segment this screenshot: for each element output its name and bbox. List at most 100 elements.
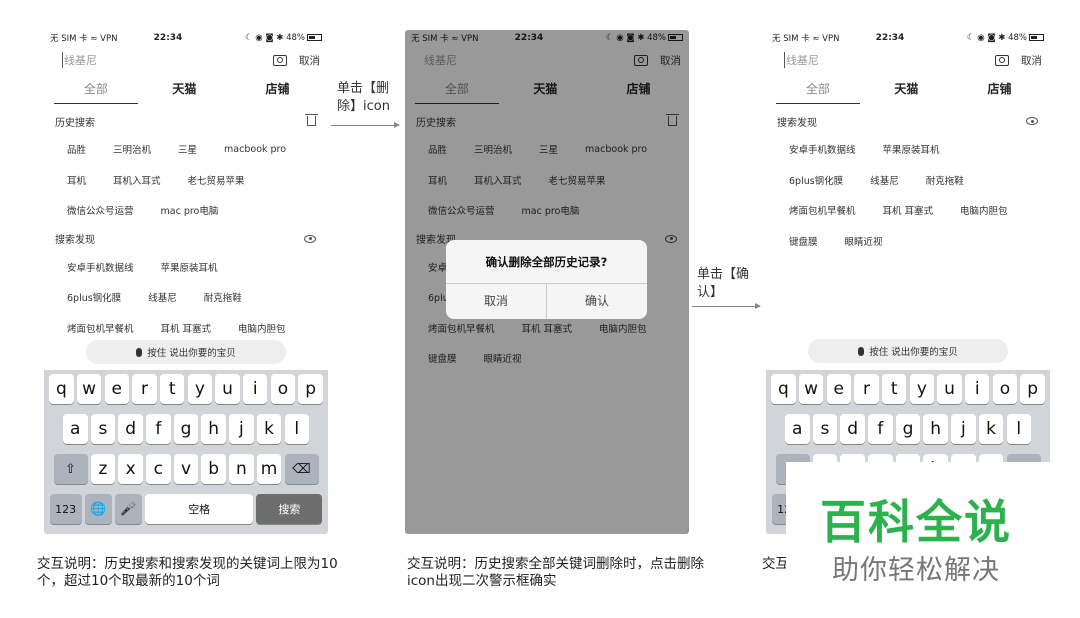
discover-keyword[interactable]: 烤面包机早餐机 [789, 203, 856, 217]
key[interactable]: z [90, 454, 116, 484]
key[interactable]: e [826, 374, 852, 404]
discover-keyword[interactable]: 安卓手机数据线 [789, 142, 856, 156]
discover-keyword[interactable]: 键盘膜 [789, 234, 818, 248]
key[interactable]: k [978, 414, 1004, 444]
key[interactable]: t [881, 374, 907, 404]
key[interactable]: f [868, 414, 893, 444]
discover-keyword[interactable]: 安卓手机数据线 [67, 260, 134, 274]
cancel-button[interactable]: 取消 [299, 53, 320, 68]
tab-all[interactable]: 全部 [776, 74, 860, 104]
discover-keyword[interactable]: 耐克拖鞋 [926, 173, 964, 187]
search-key[interactable]: 搜索 [256, 494, 323, 524]
key[interactable]: i [964, 374, 990, 404]
key[interactable]: j [229, 414, 254, 444]
key[interactable]: y [909, 374, 935, 404]
shift-key[interactable]: ⇧ [53, 454, 88, 484]
key[interactable]: y [187, 374, 213, 404]
key[interactable]: s [90, 414, 116, 444]
key[interactable]: d [118, 414, 143, 444]
mic-key[interactable]: 🎤 [115, 494, 142, 524]
numbers-key[interactable]: 123 [49, 494, 82, 524]
search-input[interactable]: 线基尼 [784, 52, 995, 68]
search-bar: 线基尼 取消 [766, 46, 1050, 74]
key[interactable]: k [256, 414, 282, 444]
eye-icon[interactable] [304, 234, 316, 243]
key[interactable]: i [242, 374, 268, 404]
discover-keyword[interactable]: 6plus钢化膜 [67, 290, 121, 304]
voice-search-button[interactable]: 按住 说出你要的宝贝 [808, 339, 1008, 363]
trash-icon[interactable] [305, 114, 318, 126]
delete-key[interactable]: ⌫ [284, 454, 319, 484]
tab-shop[interactable]: 店铺 [953, 74, 1046, 108]
discover-keyword[interactable]: 耳机 耳塞式 [883, 203, 934, 217]
key[interactable]: c [146, 454, 171, 484]
tab-tmall[interactable]: 天猫 [860, 74, 953, 108]
discover-keyword[interactable]: 眼睛近视 [845, 234, 883, 248]
key[interactable]: r [132, 374, 157, 404]
history-keyword[interactable]: mac pro电脑 [161, 203, 219, 217]
key[interactable]: e [104, 374, 130, 404]
history-keyword[interactable]: 三明治机 [113, 142, 151, 156]
history-keyword[interactable]: 老七贸易苹果 [188, 173, 245, 187]
history-keyword[interactable]: 耳机入耳式 [113, 173, 161, 187]
key[interactable]: p [298, 374, 323, 404]
tab-all[interactable]: 全部 [54, 74, 138, 104]
key[interactable]: s [812, 414, 838, 444]
discover-keyword[interactable]: 苹果原装耳机 [161, 260, 218, 274]
tab-tmall[interactable]: 天猫 [138, 74, 231, 108]
discover-keyword[interactable]: 线基尼 [870, 173, 899, 187]
key[interactable]: o [270, 374, 296, 404]
history-keyword[interactable]: 品胜 [67, 142, 86, 156]
history-keyword[interactable]: macbook pro [224, 144, 286, 155]
discover-keyword[interactable]: 烤面包机早餐机 [67, 321, 134, 335]
key[interactable]: t [159, 374, 185, 404]
globe-icon[interactable]: 🌐 [84, 494, 112, 524]
discover-keyword[interactable]: 耳机 耳塞式 [161, 321, 212, 335]
key[interactable]: o [992, 374, 1018, 404]
key[interactable]: w [798, 374, 824, 404]
discover-keyword[interactable]: 6plus钢化膜 [789, 173, 843, 187]
history-keyword[interactable]: 三星 [178, 142, 197, 156]
dialog-confirm-button[interactable]: 确认 [547, 284, 647, 319]
space-key[interactable]: 空格 [145, 494, 254, 524]
key[interactable]: n [229, 454, 254, 484]
eye-icon[interactable] [1026, 117, 1038, 125]
key[interactable]: h [923, 414, 948, 444]
key[interactable]: a [63, 414, 88, 444]
camera-icon[interactable] [995, 54, 1009, 66]
key[interactable]: d [840, 414, 865, 444]
key[interactable]: f [146, 414, 171, 444]
key[interactable]: p [1020, 374, 1045, 404]
discover-keyword[interactable]: 电脑内胆包 [960, 203, 1008, 217]
key[interactable]: l [284, 414, 309, 444]
key[interactable]: u [215, 374, 240, 404]
discover-keyword[interactable]: 苹果原装耳机 [883, 142, 940, 156]
discover-keyword[interactable]: 线基尼 [148, 290, 177, 304]
tab-shop[interactable]: 店铺 [231, 74, 324, 108]
key[interactable]: q [771, 374, 796, 404]
key[interactable]: g [173, 414, 199, 444]
search-input[interactable]: 线基尼 [62, 52, 273, 68]
dialog-cancel-button[interactable]: 取消 [446, 284, 547, 319]
key[interactable]: q [49, 374, 74, 404]
key[interactable]: b [201, 454, 226, 484]
discover-keyword[interactable]: 耐克拖鞋 [204, 290, 242, 304]
key[interactable]: w [76, 374, 102, 404]
key[interactable]: v [173, 454, 199, 484]
flow-arrow [331, 122, 400, 128]
key[interactable]: j [951, 414, 976, 444]
key[interactable]: r [854, 374, 879, 404]
key[interactable]: a [785, 414, 810, 444]
discover-keyword[interactable]: 电脑内胆包 [238, 321, 286, 335]
key[interactable]: h [201, 414, 226, 444]
history-keyword[interactable]: 耳机 [67, 173, 86, 187]
camera-icon[interactable] [273, 54, 287, 66]
key[interactable]: m [256, 454, 282, 484]
key[interactable]: g [895, 414, 921, 444]
voice-search-button[interactable]: 按住 说出你要的宝贝 [86, 340, 286, 364]
key[interactable]: x [118, 454, 143, 484]
key[interactable]: l [1006, 414, 1031, 444]
history-keyword[interactable]: 微信公众号运营 [67, 203, 134, 217]
key[interactable]: u [937, 374, 962, 404]
cancel-button[interactable]: 取消 [1021, 53, 1042, 68]
